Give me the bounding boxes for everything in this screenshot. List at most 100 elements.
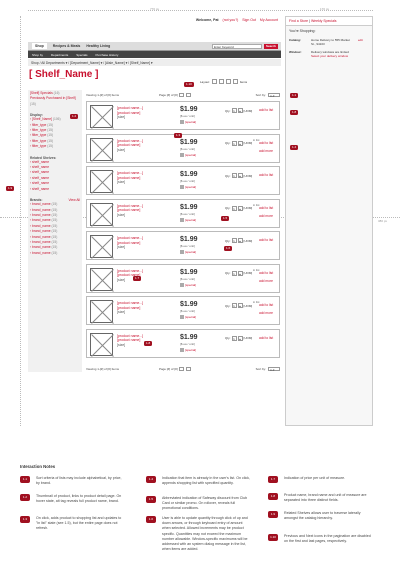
qty-arrows-icon[interactable]: ▴: [237, 108, 243, 113]
shopping-context-panel: Find a Store | Weekly Specials You're Sh…: [285, 16, 373, 426]
qty-input[interactable]: 1: [231, 335, 237, 341]
add-more-link[interactable]: add more: [259, 214, 273, 218]
qty-arrows-icon[interactable]: ▴: [237, 205, 243, 211]
qty-input[interactable]: 1: [231, 140, 237, 146]
my-account-link[interactable]: My Account: [260, 18, 278, 22]
add-to-list-link[interactable]: add to list: [259, 108, 273, 112]
shopping-label: You're Shopping:: [289, 29, 316, 33]
qty-input[interactable]: 1: [231, 238, 237, 243]
product-name-link[interactable]: [product name...]: [117, 334, 143, 338]
product-thumbnail[interactable]: [90, 267, 113, 291]
qty-arrows-icon[interactable]: ▴: [237, 335, 243, 341]
search-input[interactable]: Enter Keyword: [212, 43, 262, 49]
nav-shop[interactable]: Shop: [32, 43, 47, 49]
product-name-link[interactable]: [product name...]: [117, 139, 143, 143]
add-to-list-link[interactable]: add to list: [259, 141, 273, 145]
nav-healthy-living[interactable]: Healthy Living: [86, 44, 110, 48]
prev-page-icon[interactable]: [178, 92, 184, 97]
uom-select[interactable]: [UOM]: [244, 174, 253, 178]
display-filter-item[interactable]: › filter_type (15): [30, 144, 80, 149]
special-indicator[interactable]: [special]: [180, 315, 196, 320]
add-more-link[interactable]: add more: [259, 149, 273, 153]
uom-select[interactable]: [UOM]: [244, 239, 253, 243]
add-to-list-link[interactable]: add to list: [259, 206, 273, 210]
product-brand-link[interactable]: [product name]: [117, 176, 140, 180]
special-indicator[interactable]: [special]: [180, 185, 196, 190]
product-name-link[interactable]: [product name...]: [117, 171, 143, 175]
product-thumbnail[interactable]: [90, 137, 113, 161]
product-thumbnail[interactable]: [90, 170, 113, 193]
uom-select[interactable]: [UOM]: [244, 109, 253, 113]
grid-view-icon[interactable]: [211, 79, 217, 84]
product-brand-link[interactable]: [product name]: [117, 241, 140, 245]
sign-out-link[interactable]: Sign Out: [242, 18, 256, 22]
product-name-link[interactable]: [product name...]: [117, 236, 143, 240]
subnav-departments[interactable]: Departments: [51, 53, 68, 57]
find-store-link[interactable]: Find a Store: [289, 19, 308, 23]
product-name-link[interactable]: [product name...]: [117, 204, 143, 208]
product-thumbnail[interactable]: [90, 105, 113, 128]
nav-recipes[interactable]: Recipes & Meals: [53, 44, 81, 48]
product-thumbnail[interactable]: [90, 202, 113, 226]
qty-arrows-icon[interactable]: ▴: [237, 303, 243, 308]
subnav-specials[interactable]: Specials: [76, 53, 87, 57]
product-brand-link[interactable]: [product name]: [117, 306, 140, 310]
breadcrumb[interactable]: Shop / All Departments ▾ / [Department_N…: [28, 59, 281, 66]
product-brand-link[interactable]: [product name]: [117, 338, 140, 342]
qty-input[interactable]: 1: [231, 303, 237, 308]
product-brand-link[interactable]: [product name]: [117, 208, 140, 212]
qty-arrows-icon[interactable]: ▴: [237, 173, 243, 178]
sidebar-previously-purchased[interactable]: Previously Purchased in [Shelf] (15): [30, 96, 80, 107]
view-all-link[interactable]: View All: [69, 198, 80, 202]
special-indicator[interactable]: [special]: [180, 250, 196, 255]
product-name-link[interactable]: [product name...]: [117, 269, 143, 273]
product-thumbnail[interactable]: [90, 332, 113, 356]
special-indicator[interactable]: [special]: [180, 153, 196, 157]
add-more-link[interactable]: add more: [259, 279, 273, 283]
uom-select[interactable]: [UOM]: [244, 304, 253, 308]
qty-input[interactable]: 1: [231, 108, 237, 113]
product-thumbnail[interactable]: [90, 300, 113, 323]
brand-filter-item[interactable]: › brand_name (15): [30, 251, 80, 256]
uom-select[interactable]: [UOM]: [244, 271, 253, 275]
qty-arrows-icon[interactable]: ▴: [237, 140, 243, 146]
add-to-list-link[interactable]: add to list: [259, 271, 273, 275]
next-page-icon[interactable]: [185, 366, 191, 371]
related-shelf-item[interactable]: › shelf_name: [30, 187, 80, 192]
add-to-list-link[interactable]: add to list: [259, 173, 273, 177]
qty-input[interactable]: 1: [231, 173, 237, 178]
uom-select[interactable]: [UOM]: [244, 336, 253, 340]
sort-select[interactable]: A-Z: [268, 92, 280, 98]
catalog-edit-link[interactable]: edit: [358, 38, 363, 46]
uom-select[interactable]: [UOM]: [244, 141, 253, 145]
special-indicator[interactable]: [special]: [180, 348, 196, 352]
prev-page-icon[interactable]: [178, 366, 184, 371]
special-indicator[interactable]: [special]: [180, 120, 196, 125]
add-more-link[interactable]: add more: [259, 311, 273, 315]
product-brand-link[interactable]: [product name]: [117, 111, 140, 115]
product-thumbnail[interactable]: [90, 235, 113, 258]
qty-arrows-icon[interactable]: ▴: [237, 270, 243, 276]
add-to-list-link[interactable]: add to list: [259, 238, 273, 242]
items-per-page-select-2[interactable]: [232, 79, 238, 84]
sort-select[interactable]: A-Z: [268, 366, 280, 372]
qty-arrows-icon[interactable]: ▴: [237, 238, 243, 243]
subnav-purchase-history[interactable]: Purchase History: [96, 53, 119, 57]
search-button[interactable]: Search: [264, 43, 278, 49]
special-indicator[interactable]: [special]: [180, 218, 196, 222]
uom-select[interactable]: [UOM]: [244, 206, 253, 210]
not-you-link[interactable]: (not you?): [223, 18, 239, 22]
list-view-icon[interactable]: [218, 79, 224, 84]
add-to-list-link[interactable]: add to list: [259, 336, 273, 340]
product-brand-link[interactable]: [product name]: [117, 143, 140, 147]
add-to-list-link[interactable]: add to list: [259, 303, 273, 307]
product-name-link[interactable]: [product name...]: [117, 106, 143, 110]
product-name-link[interactable]: [product name...]: [117, 301, 143, 305]
weekly-specials-link[interactable]: Weekly Specials: [311, 19, 337, 23]
qty-input[interactable]: 1: [231, 270, 237, 276]
items-per-page-select[interactable]: [225, 79, 231, 84]
select-window-link[interactable]: Select your delivery window: [311, 54, 348, 58]
next-page-icon[interactable]: [185, 92, 191, 97]
qty-input[interactable]: 1: [231, 205, 237, 211]
special-indicator[interactable]: [special]: [180, 283, 196, 287]
